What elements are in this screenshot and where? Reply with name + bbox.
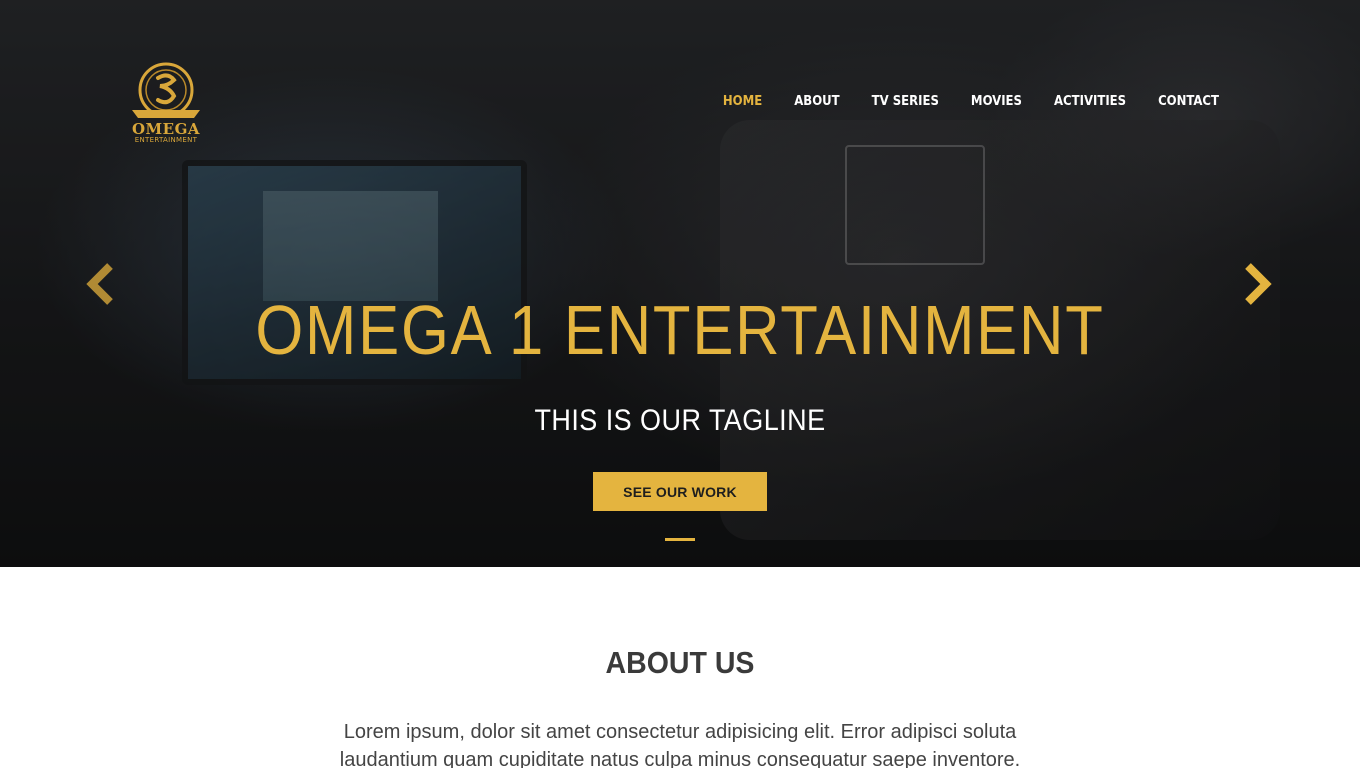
nav-item-contact[interactable]: CONTACT (1158, 94, 1219, 109)
about-section-text: Lorem ipsum, dolor sit amet consectetur … (339, 721, 1021, 768)
nav-item-activities[interactable]: ACTIVITIES (1054, 94, 1126, 109)
carousel-indicator-active[interactable] (665, 538, 695, 541)
main-nav: HOME ABOUT TV SERIES MOVIES ACTIVITIES C… (691, 94, 1219, 109)
about-section-title: ABOUT US (605, 645, 755, 680)
hero-title: OMEGA 1 ENTERTAINMENT (255, 291, 1105, 369)
nav-item-home[interactable]: HOME (723, 94, 762, 109)
omega-logo[interactable]: OMEGA ENTERTAINMENT (124, 60, 208, 146)
nav-item-about[interactable]: ABOUT (794, 94, 839, 109)
see-our-work-button[interactable]: SEE OUR WORK (593, 472, 767, 511)
logo-subtext: ENTERTAINMENT (134, 136, 198, 144)
hero-tagline: THIS IS OUR TAGLINE (534, 404, 826, 437)
nav-item-movies[interactable]: MOVIES (971, 94, 1022, 109)
nav-item-tv-series[interactable]: TV SERIES (872, 94, 939, 109)
hero-carousel: OMEGA ENTERTAINMENT HOME ABOUT TV SERIES… (0, 0, 1360, 567)
omega-emblem-icon (132, 62, 200, 118)
